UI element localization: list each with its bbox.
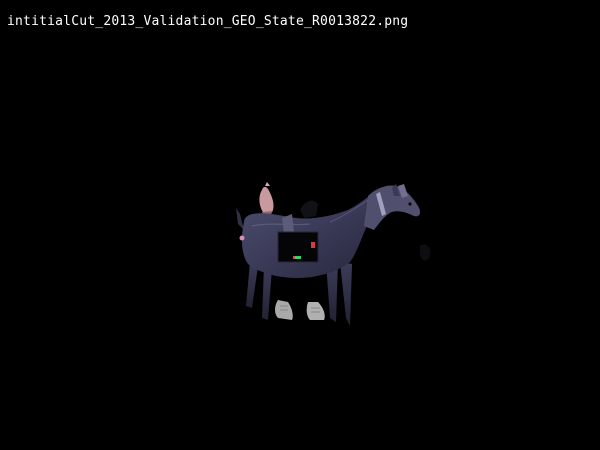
image-viewer: intitialCut_2013_Validation_GEO_State_R0… (0, 0, 600, 450)
shoes (275, 300, 325, 320)
goat-photo (236, 182, 431, 326)
